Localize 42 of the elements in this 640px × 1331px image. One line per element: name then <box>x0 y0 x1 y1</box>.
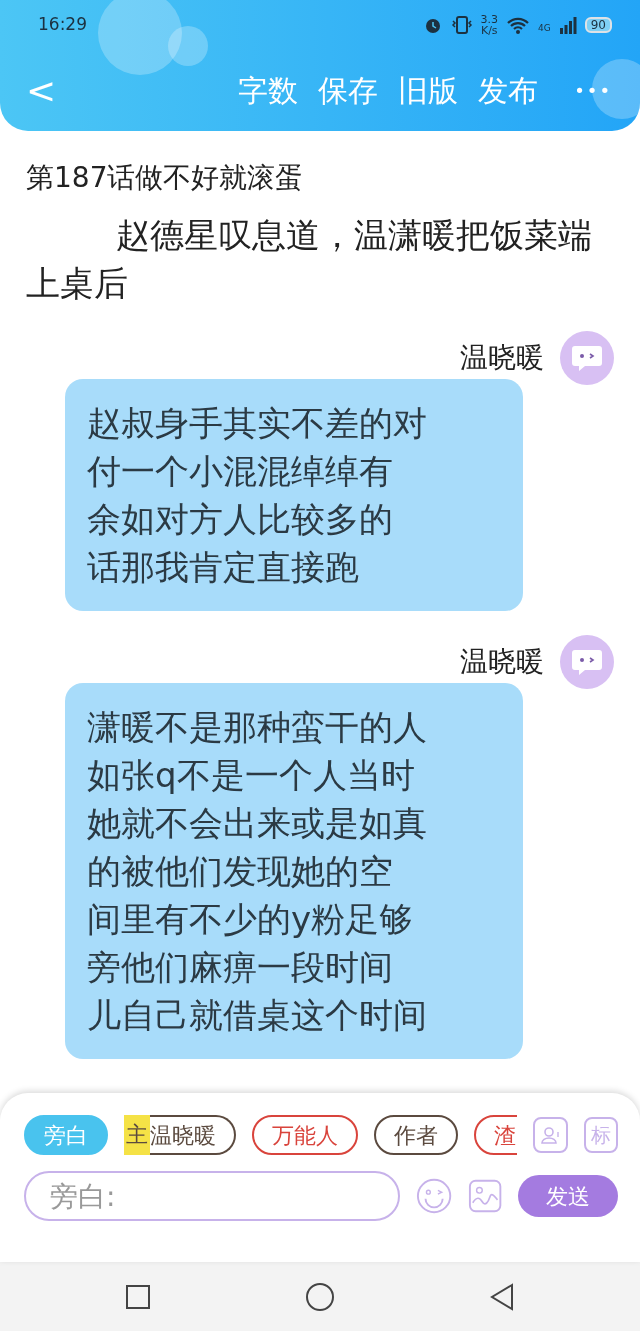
wifi-icon <box>506 15 530 35</box>
send-button[interactable]: 发送 <box>518 1175 618 1217</box>
role-name: 作者 <box>394 1121 438 1150</box>
chat-bubble-icon <box>571 647 603 677</box>
emoji-icon <box>416 1177 453 1215</box>
main-role-marker: 主 <box>124 1115 150 1155</box>
image-icon <box>468 1178 503 1214</box>
triangle-icon <box>489 1282 515 1311</box>
message-bubble: 潇暖不是那种蛮干的人 如张q不是一个人当时 她就不会出来或是如真 的被他们发现她的空 间里有不少的y粉足够 旁他们麻痹一段时间 儿自己就借桌这个时间 <box>65 683 523 1059</box>
speed-unit: K/s <box>480 25 498 36</box>
role-chip[interactable]: 旁白 <box>24 1115 108 1155</box>
tag-button[interactable]: 标 <box>583 1117 618 1153</box>
more-button[interactable]: ••• <box>568 77 618 104</box>
narration-text: 赵德星叹息道，温潇暖把饭菜端上桌后 <box>26 214 593 305</box>
role-chip[interactable]: 作者 <box>374 1115 458 1155</box>
header-action[interactable]: 保存 <box>312 68 385 113</box>
vibrate-icon <box>450 15 473 35</box>
back-button[interactable]: < <box>20 63 63 118</box>
role-name: 温晓暖 <box>150 1121 216 1150</box>
message-input[interactable]: 旁白: <box>24 1171 400 1221</box>
role-chip[interactable]: 万能人 <box>252 1115 358 1155</box>
chapter-title: 第187话做不好就滚蛋 <box>26 160 305 196</box>
role-chip[interactable]: 渣 <box>474 1115 517 1155</box>
role-name: 万能人 <box>272 1121 338 1150</box>
role-chip[interactable]: 主温晓暖 <box>124 1115 236 1155</box>
network-speed: 3.3 <box>480 14 498 25</box>
network-type: 4G <box>538 22 551 35</box>
header-action[interactable]: 发布 <box>472 68 545 113</box>
circle-icon <box>305 1281 335 1312</box>
speaker-name: 温晓暖 <box>460 644 544 680</box>
person-icon <box>539 1124 562 1146</box>
signal-icon <box>558 16 577 34</box>
contact-button[interactable] <box>533 1117 568 1153</box>
chat-bubble-icon <box>571 343 603 373</box>
message-bubble: 赵叔身手其实不差的对 付一个小混混绰绰有 余如对方人比较多的 话那我肯定直接跑 <box>65 379 523 611</box>
battery-indicator: 90 <box>584 17 612 33</box>
clock-time: 16:29 <box>38 13 87 37</box>
header-action[interactable]: 字数 <box>232 68 305 113</box>
role-name: 渣 <box>494 1121 516 1150</box>
square-icon <box>125 1283 151 1310</box>
header-action[interactable]: 旧版 <box>392 68 465 113</box>
speaker-name: 温晓暖 <box>460 340 544 376</box>
